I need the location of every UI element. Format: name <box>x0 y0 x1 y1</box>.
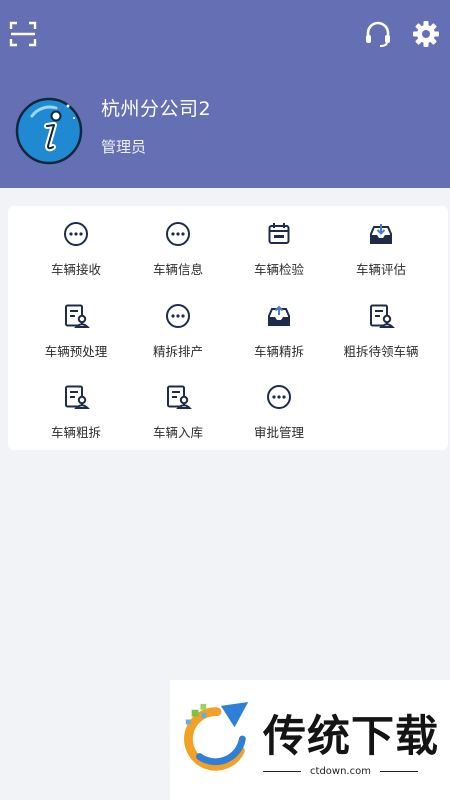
menu-item-vehicle-inspection[interactable]: 车辆检验 <box>224 220 334 300</box>
menu-item-label: 车辆预处理 <box>44 344 108 359</box>
menu-item-label: 车辆接收 <box>50 262 101 277</box>
inbox-upload-icon <box>268 305 290 326</box>
watermark-site: ctdown.com <box>310 766 371 777</box>
menu-item-vehicle-receive[interactable]: 车辆接收 <box>21 220 131 300</box>
menu-item-vehicle-assessment[interactable]: 车辆评估 <box>326 220 436 300</box>
menu-item-label: 车辆粗拆 <box>50 425 101 440</box>
user-document-icon <box>370 304 395 328</box>
inbox-download-icon <box>370 224 392 244</box>
header: 杭州分公司2 管理员 <box>0 0 450 188</box>
company-name: 杭州分公司2 <box>101 98 212 120</box>
menu-item-label: 车辆检验 <box>253 262 304 277</box>
more-circle-icon <box>64 222 88 246</box>
calendar-icon <box>268 223 290 244</box>
function-menu-card: 车辆接收 车辆信息 车辆检验 车辆评估 车辆预处理 精拆排产 车辆精拆 粗拆待领… <box>8 206 448 450</box>
scan-icon[interactable] <box>7 18 39 50</box>
watermark-title: 传统下载 <box>263 712 439 762</box>
menu-item-approval-management[interactable]: 审批管理 <box>224 383 334 463</box>
user-document-icon <box>167 385 192 409</box>
gear-icon[interactable] <box>410 18 442 50</box>
user-role: 管理员 <box>101 138 147 156</box>
menu-item-label: 精拆排产 <box>152 344 203 359</box>
menu-item-label: 车辆入库 <box>152 425 203 440</box>
more-circle-icon <box>267 385 291 409</box>
more-circle-icon <box>166 304 190 328</box>
menu-item-label: 车辆精拆 <box>253 344 304 359</box>
menu-item-vehicle-info[interactable]: 车辆信息 <box>123 220 233 300</box>
menu-item-vehicle-rough-dismantle[interactable]: 车辆粗拆 <box>21 383 131 463</box>
menu-item-vehicle-preprocess[interactable]: 车辆预处理 <box>21 302 131 382</box>
watermark-logo <box>184 701 249 771</box>
menu-item-label: 车辆评估 <box>355 262 406 277</box>
menu-item-rough-dismantle-pending[interactable]: 粗拆待领车辆 <box>326 302 436 382</box>
menu-item-fine-dismantle-schedule[interactable]: 精拆排产 <box>123 302 233 382</box>
more-circle-icon <box>166 222 190 246</box>
menu-item-label: 车辆信息 <box>152 262 203 277</box>
user-document-icon <box>65 304 90 328</box>
menu-item-label: 粗拆待领车辆 <box>343 344 419 359</box>
user-document-icon <box>65 385 90 409</box>
menu-item-vehicle-fine-dismantle[interactable]: 车辆精拆 <box>224 302 334 382</box>
menu-item-vehicle-warehousing[interactable]: 车辆入库 <box>123 383 233 463</box>
menu-item-label: 审批管理 <box>253 425 304 440</box>
headset-icon[interactable] <box>362 18 394 50</box>
info-avatar-icon[interactable] <box>14 96 84 166</box>
watermark: 传统下载 ctdown.com <box>170 680 450 800</box>
